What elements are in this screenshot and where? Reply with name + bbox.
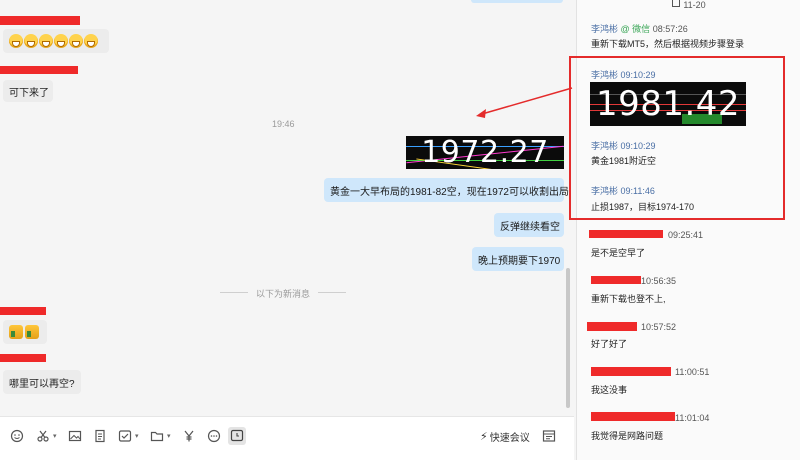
redacted-sender-name — [591, 367, 671, 376]
chat-pane: 可下来了 19:46 1972.27 黄金一大早布局的1981-82空，现在19… — [0, 0, 574, 460]
emoji-message-bubble[interactable] — [3, 29, 109, 53]
sender-name: 李鸿彬 — [591, 24, 619, 34]
more-icon[interactable] — [207, 429, 221, 443]
redacted-sender-name — [0, 16, 80, 25]
redacted-sender-name — [0, 354, 46, 362]
yen-icon[interactable] — [182, 429, 196, 443]
divider-line-left — [220, 292, 248, 293]
price-chart-image-history[interactable]: 1981.42 — [590, 82, 746, 126]
price-value-text: 1972.27 — [421, 136, 549, 169]
app-window: 可下来了 19:46 1972.27 黄金一大早布局的1981-82空，现在19… — [0, 0, 800, 460]
input-toolbar: ▾ ▾ ▾ ⚡ 快速会议 — [0, 416, 574, 460]
message-bubble-out[interactable]: 黄金一大早布局的1981-82空，现在1972可以收割出局 — [324, 178, 569, 202]
chat-timestamp: 19:46 — [272, 119, 295, 129]
price-chart-image-sent[interactable]: 1972.27 — [406, 136, 564, 169]
history-message: 重新下载MT5，然后根据视频步骤登录 — [591, 39, 745, 49]
thumbs-up-icon — [25, 325, 39, 339]
price-value-text: 1981.42 — [595, 84, 741, 124]
history-message: 重新下载也登不上, — [591, 294, 666, 304]
file-icon[interactable] — [93, 429, 107, 443]
message-text: 反弹继续看空 — [500, 221, 560, 233]
thumbs-message-bubble[interactable] — [3, 320, 47, 344]
date-header-text: 11-20 — [683, 0, 706, 10]
grin-emoji-icon — [39, 34, 53, 48]
grin-emoji-icon — [54, 34, 68, 48]
date-header: 11-20 — [577, 0, 800, 10]
divider-line-right — [318, 292, 346, 293]
history-message: 好了好了 — [591, 339, 628, 349]
message-time: 11:00:51 — [675, 367, 710, 377]
previous-bubble-edge — [471, 0, 563, 3]
annotation-highlight-box — [569, 56, 785, 220]
lightning-icon: ⚡ — [480, 431, 488, 443]
redacted-sender-name — [589, 230, 663, 238]
quick-meeting-label: 快速会议 — [489, 433, 530, 444]
chevron-down-icon[interactable]: ▾ — [53, 432, 59, 440]
message-time: 09:25:41 — [668, 230, 704, 240]
grin-emoji-icon — [69, 34, 83, 48]
history-sender: 李鸿彬 @ 微信 08:57:26 — [591, 22, 688, 35]
thumbs-up-icon — [9, 325, 23, 339]
new-messages-divider: 以下为新消息 — [256, 289, 311, 299]
history-message: 我这没事 — [591, 385, 628, 395]
redacted-sender-name — [591, 276, 641, 284]
message-time: 10:57:52 — [641, 322, 677, 332]
message-bubble-out[interactable]: 晚上预期要下1970 — [472, 247, 564, 271]
folder-icon[interactable] — [150, 429, 164, 443]
chat-scrollbar[interactable] — [566, 268, 570, 408]
grin-emoji-icon — [9, 34, 23, 48]
message-time: 11:01:04 — [675, 413, 710, 423]
message-bubble-in[interactable]: 可下来了 — [3, 80, 53, 102]
source-tag: @ 微信 — [620, 24, 651, 34]
message-text: 哪里可以再空? — [9, 378, 75, 390]
screen-icon[interactable] — [228, 427, 246, 445]
calendar-icon — [672, 0, 681, 7]
history-message: 是不是空早了 — [591, 248, 646, 258]
redacted-sender-name — [591, 412, 675, 421]
smile-icon[interactable] — [10, 429, 24, 443]
message-bubble-out[interactable]: 反弹继续看空 — [494, 213, 564, 237]
redacted-sender-name — [0, 66, 78, 74]
message-time: 10:56:35 — [641, 276, 677, 286]
message-text: 黄金一大早布局的1981-82空，现在1972可以收割出局 — [330, 186, 569, 198]
grin-emoji-icon — [84, 34, 98, 48]
image-icon[interactable] — [68, 429, 82, 443]
checkbox-icon[interactable] — [118, 429, 132, 443]
scissors-icon[interactable] — [36, 429, 50, 443]
message-bubble-in[interactable]: 哪里可以再空? — [3, 370, 81, 394]
chevron-down-icon[interactable]: ▾ — [135, 432, 141, 440]
redacted-sender-name — [0, 307, 46, 315]
quick-meeting-button[interactable]: ⚡ 快速会议 — [480, 429, 530, 444]
message-text: 可下来了 — [9, 87, 49, 99]
history-icon[interactable] — [542, 429, 556, 443]
message-time: 08:57:26 — [652, 24, 688, 34]
chevron-down-icon[interactable]: ▾ — [167, 432, 173, 440]
message-text: 晚上预期要下1970 — [478, 255, 561, 267]
redacted-sender-name — [587, 322, 637, 331]
history-message: 我觉得是网路问题 — [591, 431, 664, 441]
grin-emoji-icon — [24, 34, 38, 48]
